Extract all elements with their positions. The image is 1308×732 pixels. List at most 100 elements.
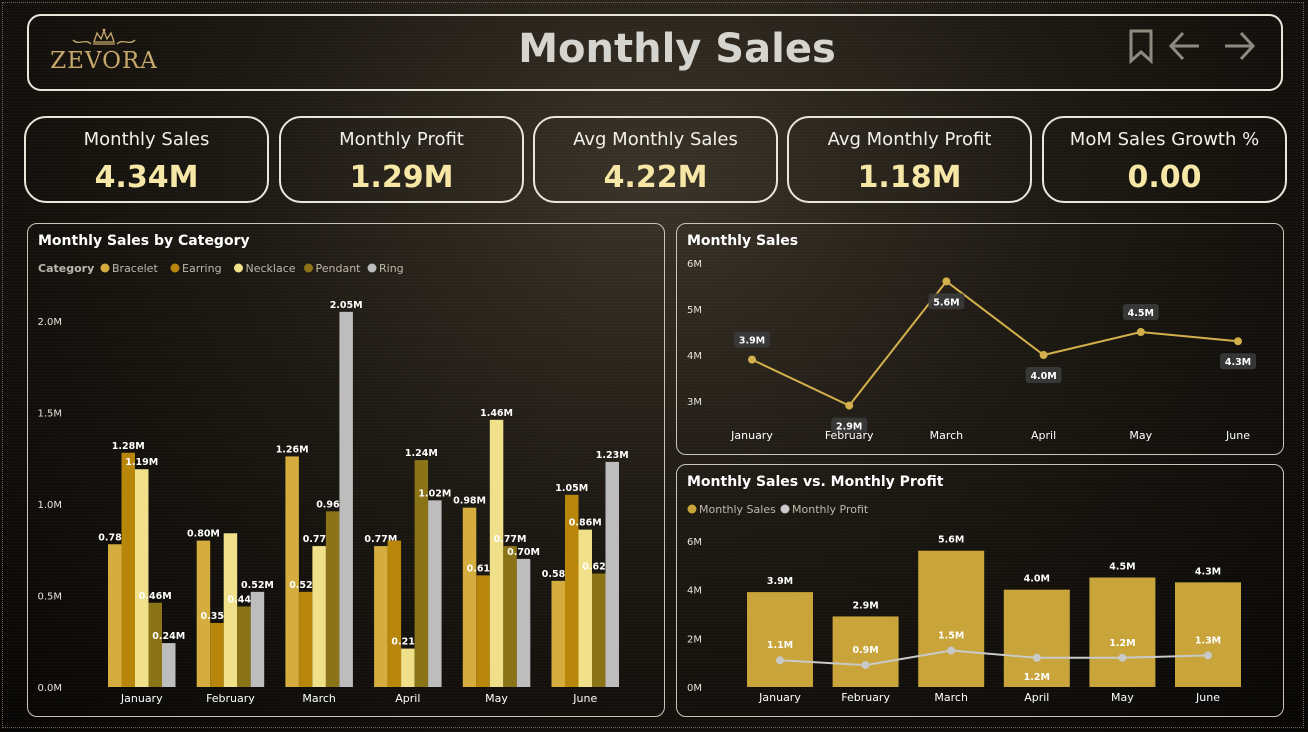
data-point bbox=[1039, 351, 1048, 359]
data-label: 4.3M bbox=[1195, 566, 1221, 577]
bar bbox=[551, 580, 565, 687]
legend-label: Necklace bbox=[246, 262, 296, 275]
data-label: 4.5M bbox=[1128, 308, 1154, 319]
kpi-monthly-profit: Monthly Profit 1.29M bbox=[279, 116, 524, 203]
y-tick-label: 5M bbox=[687, 305, 702, 316]
chart-svg: Monthly Sales vs. Monthly Profit Monthly … bbox=[687, 474, 1241, 704]
bar bbox=[387, 540, 402, 687]
kpi-avg-monthly-profit: Avg Monthly Profit 1.18M bbox=[787, 116, 1032, 203]
arrow-left-icon[interactable] bbox=[1167, 28, 1203, 64]
y-tick-label: 0.0M bbox=[37, 683, 62, 694]
y-tick-label: 4M bbox=[687, 351, 702, 362]
series-line bbox=[751, 280, 1239, 407]
legend-label: Pendant bbox=[316, 262, 362, 275]
bar bbox=[312, 546, 326, 687]
bar bbox=[516, 558, 531, 687]
x-tick-label: June bbox=[572, 692, 597, 705]
bar bbox=[210, 622, 224, 687]
y-tick-label: 3M bbox=[687, 397, 702, 408]
x-tick-label: March bbox=[934, 691, 968, 704]
bar bbox=[476, 575, 490, 687]
page-title: Monthly Sales bbox=[518, 26, 836, 72]
x-tick-label: January bbox=[758, 691, 801, 704]
chart-title: Monthly Sales by Category bbox=[38, 233, 250, 249]
data-point bbox=[1234, 337, 1242, 346]
kpi-value: 4.34M bbox=[94, 160, 199, 195]
bar bbox=[462, 507, 477, 687]
data-label: 2.05M bbox=[330, 300, 363, 311]
legend-title: Category bbox=[38, 262, 94, 275]
y-tick-label: 0M bbox=[687, 683, 702, 694]
legend-marker bbox=[170, 263, 180, 273]
data-label: 0.70M bbox=[507, 547, 540, 558]
data-label: 0.24M bbox=[152, 631, 185, 642]
data-label: 1.23M bbox=[596, 450, 629, 461]
profit-point bbox=[1032, 653, 1041, 662]
data-label: 1.24M bbox=[405, 448, 438, 459]
zevora-logo: ZEVORA bbox=[49, 26, 159, 82]
data-label: 4.3M bbox=[1225, 357, 1251, 368]
y-tick-label: 2.0M bbox=[37, 317, 62, 328]
bar bbox=[592, 573, 606, 687]
x-tick-label: February bbox=[206, 692, 255, 705]
data-label: 1.5M bbox=[938, 631, 964, 642]
data-label: 5.6M bbox=[938, 535, 964, 546]
profit-point bbox=[776, 656, 784, 665]
bar bbox=[605, 461, 619, 687]
legend-label: Bracelet bbox=[112, 262, 158, 275]
legend-label: Ring bbox=[379, 262, 404, 275]
bar bbox=[285, 456, 299, 687]
x-tick-label: May bbox=[1111, 691, 1134, 704]
logo-text: ZEVORA bbox=[50, 48, 158, 74]
kpi-label: MoM Sales Growth % bbox=[1069, 129, 1260, 150]
data-label: 3.9M bbox=[767, 576, 793, 587]
bar bbox=[339, 311, 353, 687]
x-tick-label: June bbox=[1195, 691, 1220, 704]
bar bbox=[374, 546, 388, 687]
x-tick-label: April bbox=[1031, 429, 1056, 442]
bar bbox=[135, 469, 149, 687]
data-label: 0.52M bbox=[241, 580, 274, 591]
legend-marker bbox=[304, 263, 313, 273]
x-tick-label: May bbox=[485, 692, 508, 705]
bar bbox=[121, 452, 135, 687]
bar bbox=[503, 546, 517, 687]
data-point bbox=[748, 355, 756, 364]
data-label: 1.02M bbox=[418, 488, 451, 499]
x-tick-label: April bbox=[1024, 691, 1049, 704]
data-label: 4.0M bbox=[1024, 574, 1050, 585]
x-tick-label: March bbox=[930, 429, 964, 442]
legend-label: Monthly Sales bbox=[699, 503, 776, 516]
legend-marker bbox=[234, 263, 243, 273]
arrow-right-icon[interactable] bbox=[1221, 28, 1257, 64]
x-tick-label: February bbox=[841, 691, 890, 704]
chart-sales-vs-profit[interactable]: Monthly Sales vs. Monthly Profit Monthly … bbox=[676, 464, 1284, 717]
data-label: 0.80M bbox=[187, 529, 220, 540]
kpi-avg-monthly-sales: Avg Monthly Sales 4.22M bbox=[533, 116, 778, 203]
data-label: 1.19M bbox=[125, 457, 158, 468]
profit-point bbox=[1204, 651, 1212, 660]
chart-svg: Monthly Sales3M4M5M6M3.9MJanuary2.9MFebr… bbox=[687, 233, 1256, 442]
bar bbox=[325, 511, 340, 687]
x-tick-label: June bbox=[1225, 429, 1250, 442]
kpi-label: Avg Monthly Profit bbox=[827, 129, 992, 150]
y-tick-label: 1.0M bbox=[37, 500, 62, 511]
chart-monthly-sales-line[interactable]: Monthly Sales 3M 4M 5M 6M 3.9M January 2.9M Febr… bbox=[676, 223, 1284, 455]
bar bbox=[401, 648, 415, 687]
y-tick-label: 1.5M bbox=[37, 409, 62, 420]
profit-point bbox=[1118, 653, 1127, 662]
data-label: 1.05M bbox=[555, 483, 588, 494]
bar bbox=[428, 500, 442, 687]
bar bbox=[1089, 577, 1156, 687]
y-tick-label: 6M bbox=[687, 537, 702, 548]
kpi-value: 1.18M bbox=[857, 160, 962, 195]
data-label: 0.77M bbox=[494, 534, 527, 545]
y-tick-label: 2M bbox=[687, 634, 702, 645]
profit-point bbox=[861, 661, 870, 670]
bookmark-icon[interactable] bbox=[1123, 28, 1159, 65]
chart-sales-by-category[interactable]: Monthly Sales by Category Category Bracele… bbox=[27, 223, 665, 717]
x-tick-label: January bbox=[730, 429, 773, 442]
data-label: 1.46M bbox=[480, 408, 513, 419]
data-label: 3.9M bbox=[739, 336, 765, 347]
bar bbox=[250, 591, 265, 687]
